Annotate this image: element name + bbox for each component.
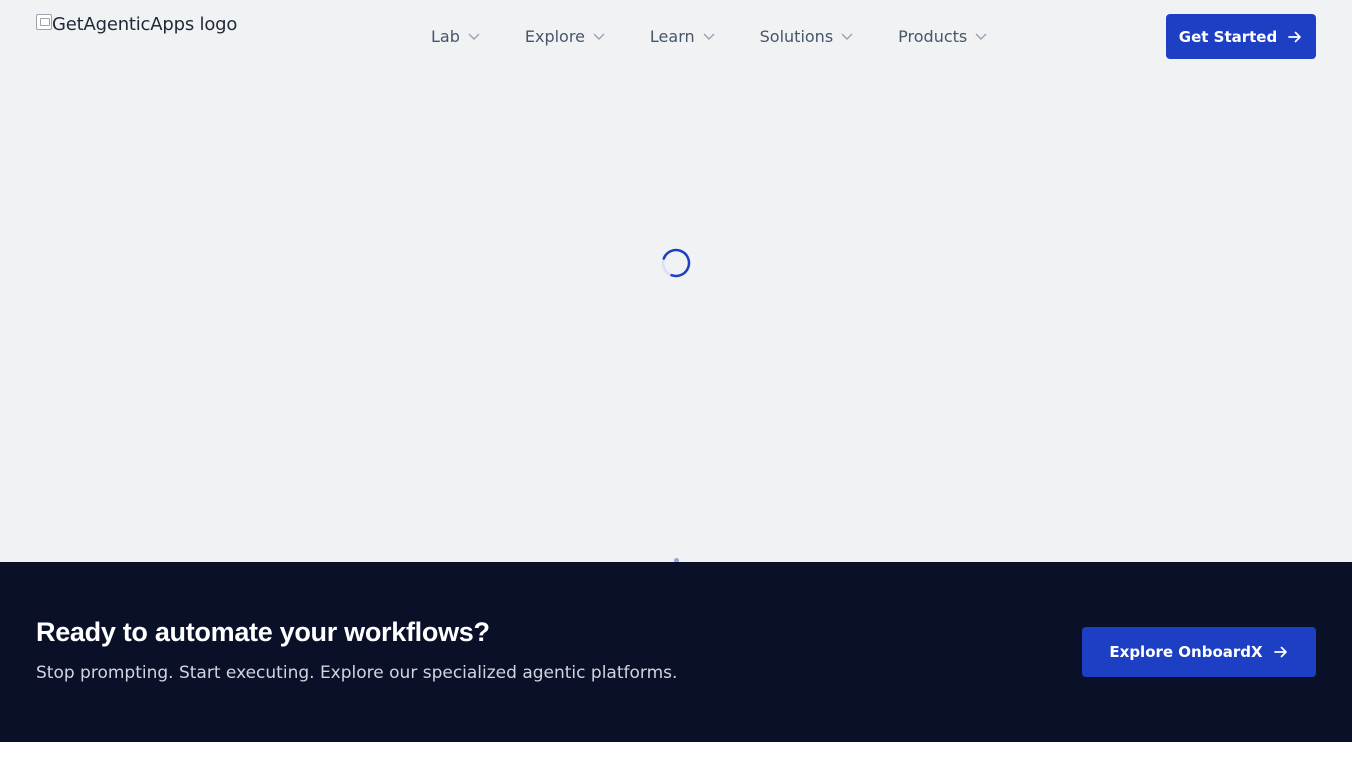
cta-title: Ready to automate your workflows? <box>36 617 490 647</box>
explore-onboardx-button[interactable]: Explore OnboardX <box>1082 627 1316 677</box>
nav-item-label: Lab <box>431 26 460 46</box>
broken-image-icon <box>36 14 52 30</box>
nav-item-label: Solutions <box>759 26 834 46</box>
loading-spinner-icon <box>661 248 691 278</box>
chevron-down-icon <box>841 33 853 40</box>
nav-item-label: Products <box>898 26 968 46</box>
nav-item-explore[interactable]: Explore <box>525 27 606 46</box>
main-nav: Lab Explore Learn Solutions Products <box>431 22 988 50</box>
get-started-label: Get Started <box>1178 27 1278 46</box>
arrow-right-icon <box>1273 646 1287 658</box>
explore-onboardx-label: Explore OnboardX <box>1109 643 1263 661</box>
cta-section: Ready to automate your workflows? Stop p… <box>0 562 1352 742</box>
chevron-down-icon <box>593 33 605 40</box>
page: GetAgenticApps logo Lab Explore Learn So… <box>0 0 1352 760</box>
nav-item-products[interactable]: Products <box>898 27 988 46</box>
chevron-down-icon <box>468 33 480 40</box>
chevron-down-icon <box>703 33 715 40</box>
nav-item-learn[interactable]: Learn <box>650 27 716 46</box>
logo-link[interactable]: GetAgenticApps logo <box>36 12 237 36</box>
nav-item-label: Explore <box>524 26 585 46</box>
get-started-button[interactable]: Get Started <box>1166 14 1316 59</box>
page-bottom-strip <box>0 742 1352 760</box>
chevron-down-icon <box>975 33 987 40</box>
nav-item-solutions[interactable]: Solutions <box>760 27 855 46</box>
logo-alt-text: GetAgenticApps logo <box>52 13 238 35</box>
arrow-right-icon <box>1288 31 1302 42</box>
main-content-area: GetAgenticApps logo Lab Explore Learn So… <box>0 0 1352 563</box>
nav-item-label: Learn <box>649 26 695 46</box>
nav-item-lab[interactable]: Lab <box>431 27 481 46</box>
cta-subtitle: Stop prompting. Start executing. Explore… <box>36 663 678 683</box>
